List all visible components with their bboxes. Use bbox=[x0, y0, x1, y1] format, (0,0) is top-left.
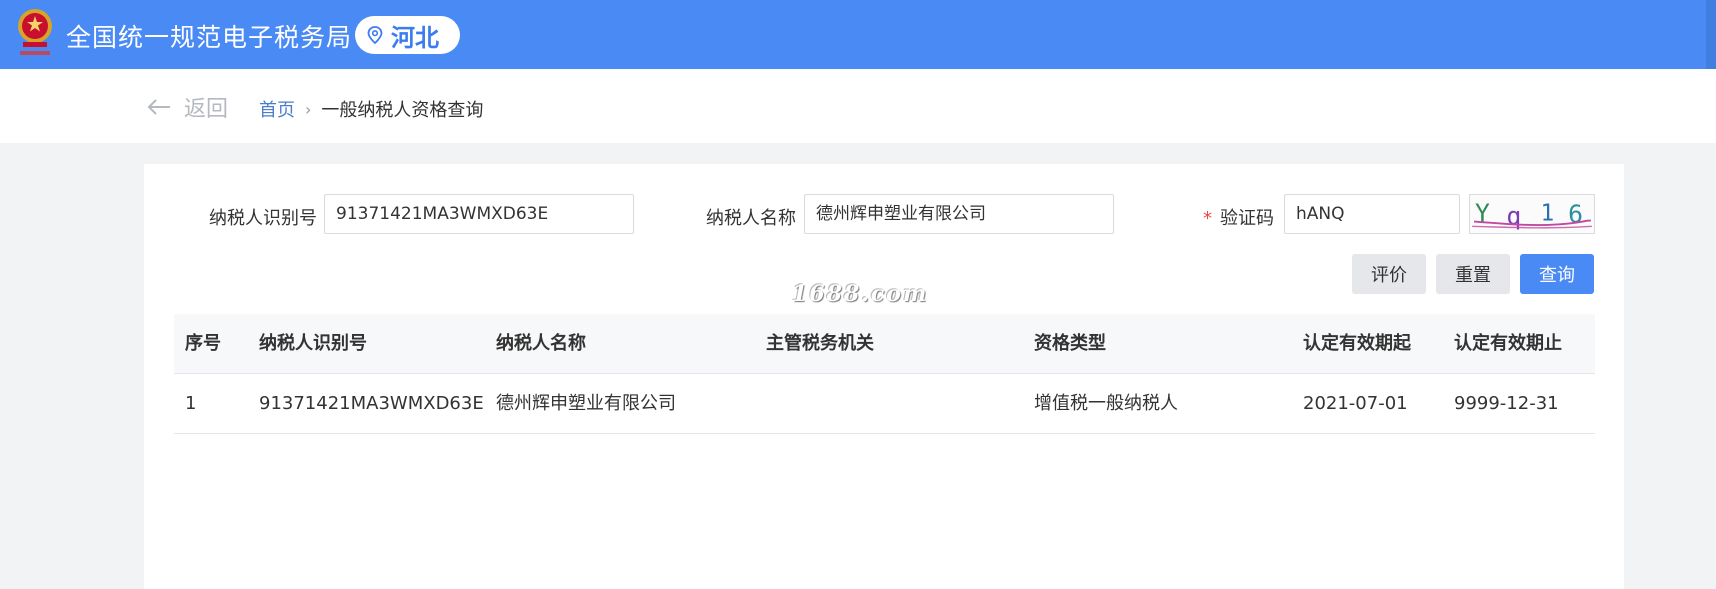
breadcrumb-current: 一般纳税人资格查询 bbox=[321, 100, 484, 121]
cell-qualification-type: 增值税一般纳税人 bbox=[1034, 393, 1178, 414]
breadcrumb-home-link[interactable]: 首页 bbox=[259, 96, 295, 122]
taxpayer-name-input[interactable]: 德州辉申塑业有限公司 bbox=[804, 194, 1114, 234]
captcha-image[interactable]: Y q 1 6 bbox=[1469, 194, 1595, 234]
scrollbar[interactable] bbox=[1706, 0, 1716, 69]
captcha-char: 1 bbox=[1541, 201, 1555, 227]
captcha-graphic: Y q 1 6 bbox=[1472, 195, 1592, 233]
region-selector[interactable]: 河北 bbox=[355, 16, 460, 54]
col-header-tax-authority: 主管税务机关 bbox=[766, 333, 874, 354]
taxpayer-id-label: 纳税人识别号 bbox=[209, 208, 317, 229]
cell-valid-to: 9999-12-31 bbox=[1454, 393, 1559, 414]
cell-index: 1 bbox=[185, 393, 197, 414]
query-button[interactable]: 查询 bbox=[1520, 254, 1594, 294]
location-pin-icon bbox=[367, 26, 383, 44]
top-header: 全国统一规范电子税务局 河北 bbox=[0, 0, 1716, 69]
cell-taxpayer-id: 91371421MA3WMXD63E bbox=[259, 393, 484, 414]
breadcrumb: 首页 › 一般纳税人资格查询 bbox=[259, 96, 483, 122]
captcha-input[interactable]: hANQ bbox=[1284, 194, 1460, 234]
required-mark: * bbox=[1203, 208, 1212, 229]
captcha-label-text: 验证码 bbox=[1220, 208, 1274, 229]
reset-button[interactable]: 重置 bbox=[1436, 254, 1510, 294]
col-header-valid-to: 认定有效期止 bbox=[1454, 333, 1562, 354]
watermark: 1688.com bbox=[792, 281, 929, 307]
region-label: 河北 bbox=[391, 23, 439, 52]
captcha-char: q bbox=[1506, 201, 1521, 230]
table-row: 1 91371421MA3WMXD63E 德州辉申塑业有限公司 增值税一般纳税人… bbox=[174, 374, 1595, 434]
evaluate-button[interactable]: 评价 bbox=[1352, 254, 1426, 294]
col-header-taxpayer-name: 纳税人名称 bbox=[496, 333, 586, 354]
col-header-taxpayer-id: 纳税人识别号 bbox=[259, 333, 367, 354]
captcha-label: * 验证码 bbox=[1203, 204, 1274, 230]
cell-taxpayer-name: 德州辉申塑业有限公司 bbox=[496, 393, 676, 414]
results-table: 序号 纳税人识别号 纳税人名称 主管税务机关 资格类型 认定有效期起 认定有效期… bbox=[174, 314, 1595, 434]
col-header-index: 序号 bbox=[185, 333, 221, 354]
query-panel: 纳税人识别号 91371421MA3WMXD63E 纳税人名称 德州辉申塑业有限… bbox=[144, 164, 1624, 589]
national-emblem-icon bbox=[18, 9, 52, 55]
breadcrumb-bar: 返回 首页 › 一般纳税人资格查询 bbox=[0, 69, 1716, 143]
arrow-left-icon bbox=[147, 99, 170, 115]
taxpayer-id-input[interactable]: 91371421MA3WMXD63E bbox=[324, 194, 634, 234]
back-button[interactable]: 返回 bbox=[146, 91, 228, 123]
col-header-qualification-type: 资格类型 bbox=[1034, 333, 1106, 354]
taxpayer-name-label: 纳税人名称 bbox=[706, 208, 796, 229]
col-header-valid-from: 认定有效期起 bbox=[1303, 333, 1411, 354]
site-title: 全国统一规范电子税务局 bbox=[66, 23, 353, 52]
cell-valid-from: 2021-07-01 bbox=[1303, 393, 1408, 414]
back-label: 返回 bbox=[184, 97, 229, 122]
table-header: 序号 纳税人识别号 纳税人名称 主管税务机关 资格类型 认定有效期起 认定有效期… bbox=[174, 314, 1595, 374]
breadcrumb-separator: › bbox=[305, 99, 312, 119]
